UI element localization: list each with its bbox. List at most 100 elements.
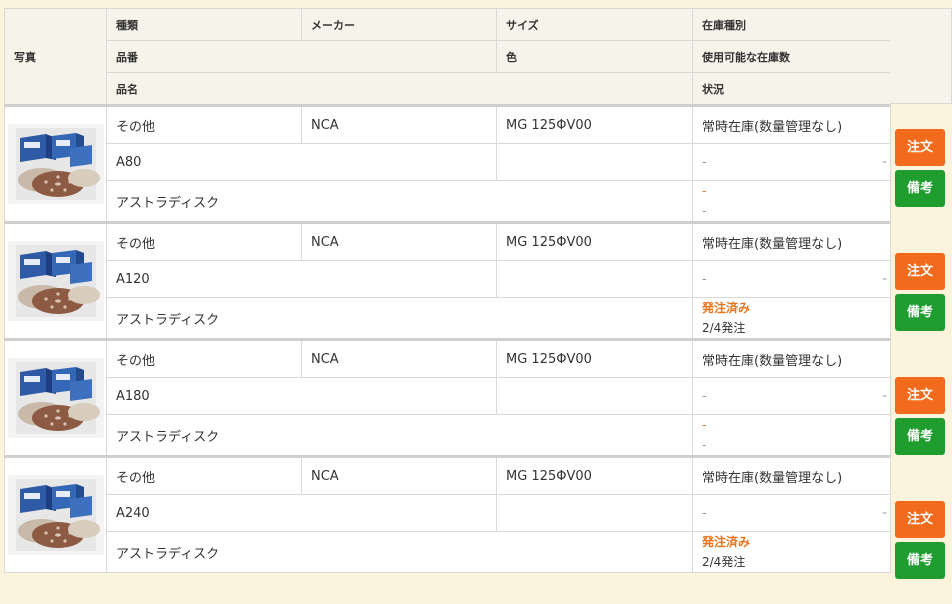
product-photo[interactable] bbox=[7, 475, 104, 555]
table-row-sub: A120 - - bbox=[5, 260, 891, 298]
available-stock-value: - bbox=[702, 154, 707, 170]
maker-cell: NCA bbox=[301, 455, 497, 495]
product-name-cell: アストラディスク bbox=[106, 414, 693, 457]
header-color: 色 bbox=[496, 40, 693, 73]
type-cell: その他 bbox=[106, 338, 302, 378]
header-size: サイズ bbox=[496, 8, 693, 41]
table-row-sub: アストラディスク - - bbox=[5, 414, 891, 457]
available-stock-value: - bbox=[702, 505, 707, 521]
available-stock-cell: - - bbox=[692, 377, 891, 415]
available-stock-value-right: - bbox=[882, 388, 887, 404]
order-button[interactable]: 注文 bbox=[895, 501, 945, 538]
note-button[interactable]: 備考 bbox=[895, 418, 945, 455]
product-name-cell: アストラディスク bbox=[106, 531, 693, 573]
row-actions: 注文 備考 bbox=[895, 501, 945, 583]
status-cell: - - bbox=[692, 180, 891, 223]
table-row-sub: アストラディスク 発注済み 2/4発注 bbox=[5, 297, 891, 340]
product-photo[interactable] bbox=[7, 358, 104, 438]
header-row-3: 品名 状況 bbox=[5, 72, 891, 106]
part-no-cell: A120 bbox=[106, 260, 497, 298]
header-stock-type: 在庫種別 bbox=[692, 8, 891, 41]
maker-cell: NCA bbox=[301, 221, 497, 261]
header-row-2: 品番 色 使用可能な在庫数 bbox=[5, 40, 891, 73]
size-cell: MG 125ΦV00 bbox=[496, 221, 693, 261]
status-main: 発注済み bbox=[702, 535, 751, 549]
part-no-cell: A240 bbox=[106, 494, 497, 532]
product-photo-cell bbox=[4, 221, 107, 340]
table-row: その他 NCA MG 125ΦV00 常時在庫(数量管理なし) bbox=[4, 104, 891, 223]
table-row: その他 NCA MG 125ΦV00 常時在庫(数量管理なし) bbox=[4, 338, 891, 457]
header-status: 状況 bbox=[692, 72, 891, 106]
size-cell: MG 125ΦV00 bbox=[496, 338, 693, 378]
row-actions: 注文 備考 bbox=[895, 253, 945, 335]
status-sub: - bbox=[702, 204, 707, 218]
status-cell: 発注済み 2/4発注 bbox=[692, 531, 891, 573]
table-row-sub: A240 - - bbox=[5, 494, 891, 532]
size-cell: MG 125ΦV00 bbox=[496, 104, 693, 144]
available-stock-value: - bbox=[702, 271, 707, 287]
product-photo[interactable] bbox=[7, 241, 104, 321]
available-stock-value-right: - bbox=[882, 271, 887, 287]
header-available-stock: 使用可能な在庫数 bbox=[692, 40, 891, 73]
type-cell: その他 bbox=[106, 455, 302, 495]
note-button[interactable]: 備考 bbox=[895, 542, 945, 579]
available-stock-value-right: - bbox=[882, 505, 887, 521]
header-photo: 写真 bbox=[4, 8, 107, 106]
table-row-sub: アストラディスク 発注済み 2/4発注 bbox=[5, 531, 891, 573]
action-column: 注文 備考 注文 備考 注文 備考 注文 備考 bbox=[890, 8, 952, 579]
order-button[interactable]: 注文 bbox=[895, 129, 945, 166]
stock-type-cell: 常時在庫(数量管理なし) bbox=[692, 221, 891, 261]
stock-type-cell: 常時在庫(数量管理なし) bbox=[692, 455, 891, 495]
product-name-cell: アストラディスク bbox=[106, 297, 693, 340]
status-cell: - - bbox=[692, 414, 891, 457]
order-button[interactable]: 注文 bbox=[895, 253, 945, 290]
maker-cell: NCA bbox=[301, 104, 497, 144]
product-name-cell: アストラディスク bbox=[106, 180, 693, 223]
status-main: - bbox=[702, 184, 707, 198]
header-part-no: 品番 bbox=[106, 40, 497, 73]
inventory-table: 写真 種類 メーカー サイズ 在庫種別 品番 色 使用可能な在庫数 品名 状況 bbox=[4, 8, 891, 573]
type-cell: その他 bbox=[106, 104, 302, 144]
action-header bbox=[890, 8, 952, 104]
row-actions: 注文 備考 bbox=[895, 377, 945, 459]
available-stock-value-right: - bbox=[882, 154, 887, 170]
available-stock-cell: - - bbox=[692, 494, 891, 532]
product-photo-cell bbox=[4, 455, 107, 573]
header-product-name: 品名 bbox=[106, 72, 693, 106]
available-stock-value: - bbox=[702, 388, 707, 404]
order-button[interactable]: 注文 bbox=[895, 377, 945, 414]
note-button[interactable]: 備考 bbox=[895, 170, 945, 207]
part-no-cell: A180 bbox=[106, 377, 497, 415]
available-stock-cell: - - bbox=[692, 260, 891, 298]
maker-cell: NCA bbox=[301, 338, 497, 378]
available-stock-cell: - - bbox=[692, 143, 891, 181]
color-cell bbox=[496, 494, 693, 532]
type-cell: その他 bbox=[106, 221, 302, 261]
inventory-page: 写真 種類 メーカー サイズ 在庫種別 品番 色 使用可能な在庫数 品名 状況 bbox=[0, 0, 952, 604]
status-sub: 2/4発注 bbox=[702, 321, 746, 335]
color-cell bbox=[496, 143, 693, 181]
status-main: 発注済み bbox=[702, 301, 751, 315]
table-row: その他 NCA MG 125ΦV00 常時在庫(数量管理なし) bbox=[4, 455, 891, 573]
product-photo-cell bbox=[4, 104, 107, 223]
header-type: 種類 bbox=[106, 8, 302, 41]
status-sub: 2/4発注 bbox=[702, 555, 746, 569]
product-photo[interactable] bbox=[7, 124, 104, 204]
color-cell bbox=[496, 260, 693, 298]
color-cell bbox=[496, 377, 693, 415]
stock-type-cell: 常時在庫(数量管理なし) bbox=[692, 104, 891, 144]
table-row-sub: アストラディスク - - bbox=[5, 180, 891, 223]
size-cell: MG 125ΦV00 bbox=[496, 455, 693, 495]
product-photo-cell bbox=[4, 338, 107, 457]
header-row-1: 写真 種類 メーカー サイズ 在庫種別 bbox=[4, 8, 891, 106]
stock-type-cell: 常時在庫(数量管理なし) bbox=[692, 338, 891, 378]
part-no-cell: A80 bbox=[106, 143, 497, 181]
header-maker: メーカー bbox=[301, 8, 497, 41]
note-button[interactable]: 備考 bbox=[895, 294, 945, 331]
status-main: - bbox=[702, 418, 707, 432]
table-row-sub: A180 - - bbox=[5, 377, 891, 415]
row-actions: 注文 備考 bbox=[895, 129, 945, 211]
table-row: その他 NCA MG 125ΦV00 常時在庫(数量管理なし) bbox=[4, 221, 891, 340]
status-sub: - bbox=[702, 438, 707, 452]
table-row-sub: A80 - - bbox=[5, 143, 891, 181]
